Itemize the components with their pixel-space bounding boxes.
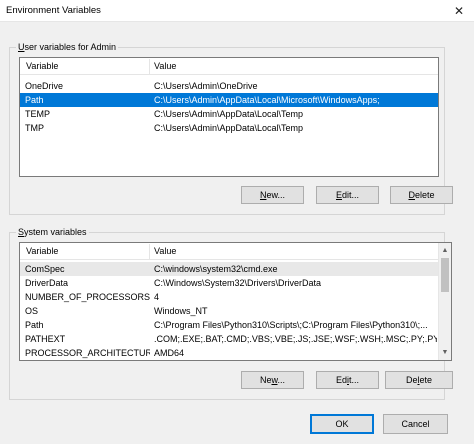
- list-item[interactable]: Path C:\Program Files\Python310\Scripts\…: [20, 318, 451, 332]
- ok-button[interactable]: OK: [310, 414, 374, 434]
- list-item[interactable]: NUMBER_OF_PROCESSORS 4: [20, 290, 451, 304]
- list-item[interactable]: PATHEXT .COM;.EXE;.BAT;.CMD;.VBS;.VBE;.J…: [20, 332, 451, 346]
- system-new-button[interactable]: New...: [241, 371, 304, 389]
- variable-name: ComSpec: [25, 264, 65, 274]
- variable-value: C:\Program Files\Python310\Scripts\;C:\P…: [154, 320, 428, 330]
- variable-value: C:\Users\Admin\OneDrive: [154, 81, 258, 91]
- variable-name: TMP: [25, 123, 44, 133]
- variable-name: Path: [25, 95, 44, 105]
- user-variables-legend: User variables for Admin: [16, 41, 119, 53]
- variable-name: OS: [25, 306, 39, 316]
- list-item[interactable]: PROCESSOR_ARCHITECTURE AMD64: [20, 346, 451, 360]
- scroll-down-icon[interactable]: ▼: [439, 346, 451, 359]
- variable-value: C:\Users\Admin\AppData\Local\Microsoft\W…: [154, 95, 380, 105]
- close-icon[interactable]: ✕: [450, 2, 468, 20]
- variable-name: NUMBER_OF_PROCESSORS: [25, 292, 150, 302]
- system-variables-list[interactable]: Variable Value ComSpec C:\windows\system…: [19, 242, 452, 361]
- list-item[interactable]: OneDrive C:\Users\Admin\OneDrive: [20, 79, 438, 93]
- user-new-button[interactable]: New...: [241, 186, 304, 204]
- list-item[interactable]: OS Windows_NT: [20, 304, 451, 318]
- window-title: Environment Variables: [6, 5, 101, 16]
- user-edit-button[interactable]: Edit...: [316, 186, 379, 204]
- user-delete-button[interactable]: Delete: [390, 186, 453, 204]
- list-item[interactable]: TEMP C:\Users\Admin\AppData\Local\Temp: [20, 107, 438, 121]
- system-edit-button[interactable]: Edit...: [316, 371, 379, 389]
- variable-value: C:\Users\Admin\AppData\Local\Temp: [154, 109, 304, 119]
- list-item[interactable]: TMP C:\Users\Admin\AppData\Local\Temp: [20, 121, 438, 135]
- variable-name: OneDrive: [25, 81, 64, 91]
- variable-name: TEMP: [25, 109, 51, 119]
- title-bar: Environment Variables ✕: [0, 0, 474, 22]
- variable-name: Path: [25, 320, 44, 330]
- variable-value: C:\Windows\System32\Drivers\DriverData: [154, 278, 322, 288]
- system-list-scrollbar[interactable]: ▲ ▼: [438, 243, 451, 360]
- variable-value: .COM;.EXE;.BAT;.CMD;.VBS;.VBE;.JS;.JSE;.…: [154, 334, 437, 344]
- column-header-value[interactable]: Value: [150, 245, 176, 258]
- column-header-variable[interactable]: Variable: [22, 60, 58, 73]
- scroll-up-icon[interactable]: ▲: [439, 244, 451, 257]
- system-delete-button[interactable]: Delete: [385, 371, 453, 389]
- scrollbar-thumb[interactable]: [441, 258, 449, 292]
- system-list-header: Variable Value: [20, 243, 451, 260]
- variable-value: AMD64: [154, 348, 185, 358]
- column-header-variable[interactable]: Variable: [22, 245, 58, 258]
- variable-name: PROCESSOR_ARCHITECTURE: [25, 348, 150, 358]
- list-item[interactable]: ComSpec C:\windows\system32\cmd.exe: [20, 262, 451, 276]
- list-item[interactable]: DriverData C:\Windows\System32\Drivers\D…: [20, 276, 451, 290]
- variable-name: DriverData: [25, 278, 69, 288]
- variable-value: C:\Users\Admin\AppData\Local\Temp: [154, 123, 304, 133]
- variable-value: Windows_NT: [154, 306, 208, 316]
- variable-name: PATHEXT: [25, 334, 66, 344]
- list-item-selected[interactable]: Path C:\Users\Admin\AppData\Local\Micros…: [20, 93, 438, 107]
- system-variables-legend: System variables: [16, 226, 89, 238]
- variable-value: 4: [154, 292, 160, 302]
- user-list-header: Variable Value: [20, 58, 438, 75]
- variable-value: C:\windows\system32\cmd.exe: [154, 264, 278, 274]
- cancel-button[interactable]: Cancel: [383, 414, 448, 434]
- user-variables-list[interactable]: Variable Value OneDrive C:\Users\Admin\O…: [19, 57, 439, 177]
- column-header-value[interactable]: Value: [150, 60, 176, 73]
